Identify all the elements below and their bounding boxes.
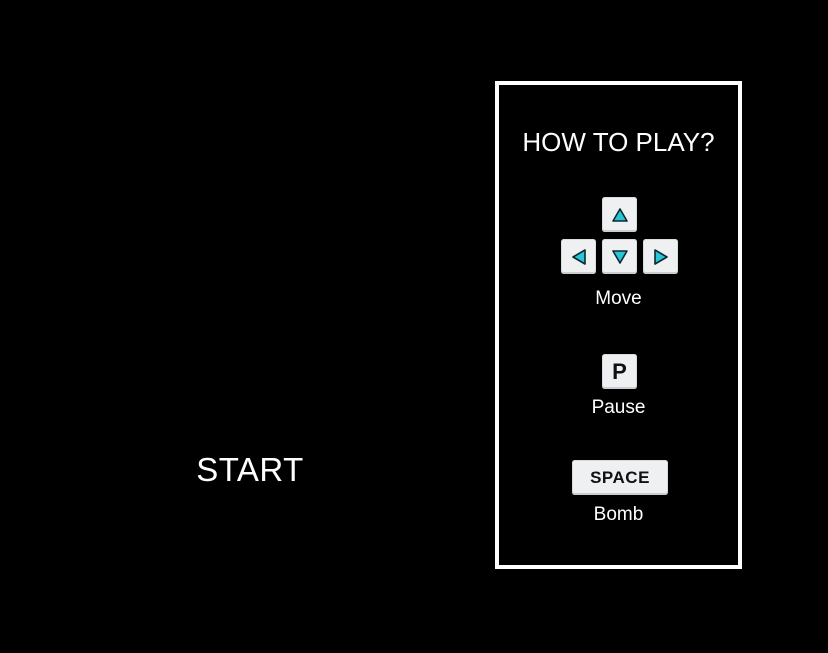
game-screen: START HOW TO PLAY? Move P Pause SPACE Bo…	[0, 0, 828, 653]
arrow-down-icon	[611, 249, 628, 264]
left-arrow-key	[561, 239, 596, 274]
arrow-left-icon	[571, 248, 586, 265]
down-arrow-key	[602, 239, 637, 274]
space-key: SPACE	[572, 460, 668, 495]
move-caption: Move	[595, 288, 642, 309]
how-to-play-panel: HOW TO PLAY? Move P Pause SPACE Bomb	[495, 81, 742, 569]
arrow-right-icon	[653, 248, 668, 265]
right-arrow-key	[643, 239, 678, 274]
arrow-up-icon	[611, 207, 628, 222]
pause-key: P	[602, 354, 637, 389]
up-arrow-key	[602, 197, 637, 232]
bomb-caption: Bomb	[593, 504, 644, 525]
help-title: HOW TO PLAY?	[522, 127, 715, 157]
pause-caption: Pause	[591, 397, 646, 418]
start-button[interactable]: START	[180, 448, 320, 492]
